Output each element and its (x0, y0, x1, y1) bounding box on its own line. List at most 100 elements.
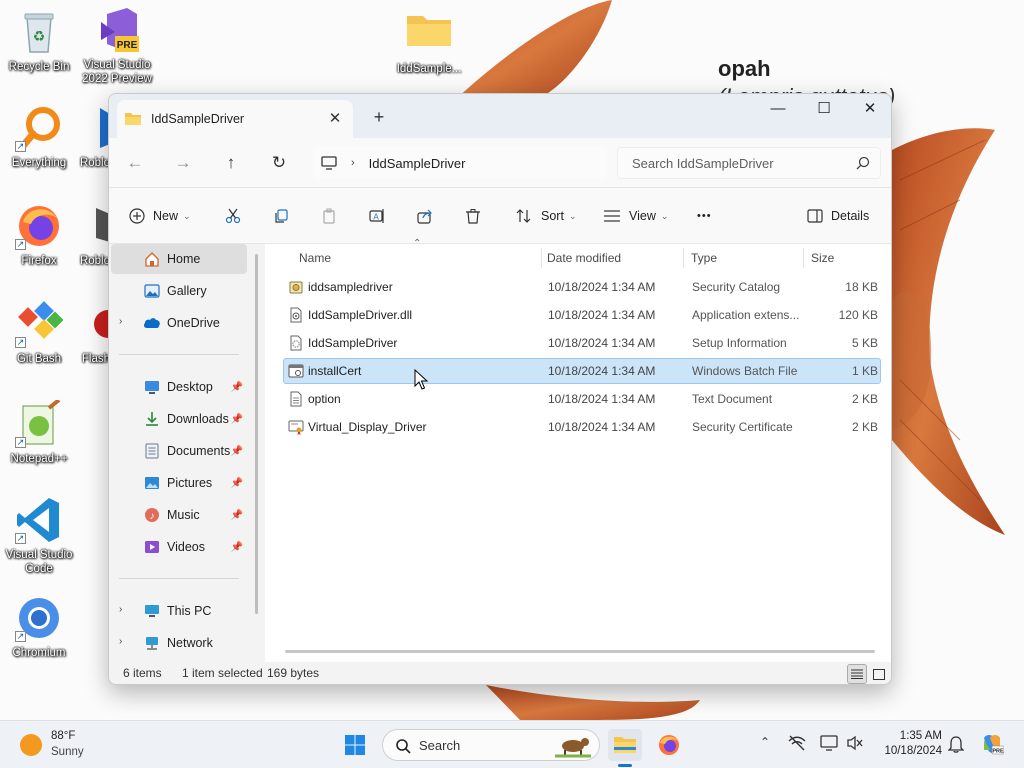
home-icon (143, 251, 161, 267)
taskbar: 88°F Sunny Search ⌃ 1:35 AM 10/18/2024 P… (0, 720, 1024, 768)
active-indicator (618, 764, 632, 767)
sidebar-scrollbar[interactable] (255, 254, 258, 614)
file-date: 10/18/2024 1:34 AM (548, 420, 656, 434)
sidebar-item-label: Downloads (167, 412, 229, 426)
column-header-type[interactable]: Type (683, 244, 793, 272)
file-row[interactable]: iddsampledriver 10/18/2024 1:34 AM Secur… (283, 274, 881, 300)
desktop-icon-visual-studio-preview[interactable]: PRE Visual Studio 2022 Preview (78, 6, 156, 86)
weather-temperature: 88°F (51, 730, 76, 742)
pin-icon[interactable]: 📌 (231, 446, 243, 457)
sidebar-item-downloads[interactable]: Downloads 📌 (111, 404, 247, 434)
folder-icon (125, 113, 141, 125)
taskbar-firefox[interactable] (652, 729, 686, 761)
start-button[interactable] (338, 729, 372, 761)
address-path[interactable]: IddSampleDriver (369, 156, 466, 171)
clipboard-icon (323, 208, 335, 224)
details-pane-icon (807, 209, 823, 223)
show-hidden-icons-chevron-icon[interactable]: ⌃ (760, 735, 770, 749)
sidebar-divider (119, 578, 239, 579)
tab-close-icon[interactable]: ✕ (323, 107, 347, 131)
file-row[interactable]: Virtual_Display_Driver 10/18/2024 1:34 A… (283, 414, 881, 440)
see-more-button[interactable]: ••• (697, 202, 712, 230)
address-bar[interactable]: › IddSampleDriver (313, 147, 607, 179)
new-tab-button[interactable]: + (367, 106, 391, 130)
forward-button[interactable]: → (169, 150, 197, 176)
sidebar-item-network[interactable]: Network (111, 628, 247, 658)
clock-date: 10/18/2024 (884, 745, 942, 757)
network-disconnected-icon[interactable] (788, 735, 806, 751)
desktop-icon-vscode[interactable]: ↗ Visual Studio Code (0, 496, 78, 576)
details-view-button[interactable] (847, 664, 867, 684)
desktop-icon-roblox[interactable]: Roblo (66, 104, 110, 170)
download-icon (143, 411, 161, 427)
desktop-icon-roblox-2[interactable]: Roblo (66, 202, 110, 268)
catalog-icon (289, 281, 303, 294)
sort-button[interactable]: Sort ⌄ (515, 202, 576, 230)
sidebar-item-music[interactable]: ♪ Music 📌 (111, 500, 247, 530)
close-button[interactable]: ✕ (847, 94, 891, 124)
search-box[interactable] (617, 147, 881, 179)
desktop-icon-label: Notepad++ (10, 453, 68, 465)
sidebar-item-documents[interactable]: Documents 📌 (111, 436, 247, 466)
chevron-down-icon: ⌄ (183, 210, 191, 221)
sidebar-item-onedrive[interactable]: OneDrive (111, 308, 247, 338)
tiles-view-button[interactable] (869, 664, 889, 684)
desktop-icon-chromium[interactable]: ↗ Chromium (0, 594, 78, 660)
desktop-icon-flash[interactable]: Flash (66, 300, 110, 366)
file-row-selected[interactable]: installCert 10/18/2024 1:34 AM Windows B… (283, 358, 881, 384)
rename-button[interactable]: A (369, 202, 385, 230)
column-header-size[interactable]: Size (803, 244, 883, 272)
sidebar-item-pictures[interactable]: Pictures 📌 (111, 468, 247, 498)
volume-muted-icon[interactable] (846, 735, 864, 751)
sidebar-item-home[interactable]: Home (111, 244, 247, 274)
tab-iddsampledriver[interactable]: IddSampleDriver ✕ (117, 100, 353, 138)
pin-icon[interactable]: 📌 (231, 382, 243, 393)
file-size: 1 KB (851, 364, 878, 378)
file-date: 10/18/2024 1:34 AM (548, 280, 656, 294)
details-pane-button[interactable]: Details (807, 202, 869, 230)
pin-icon[interactable]: 📌 (231, 478, 243, 489)
file-row[interactable]: IddSampleDriver.dll 10/18/2024 1:34 AM A… (283, 302, 881, 328)
taskbar-search[interactable]: Search (382, 729, 600, 761)
column-header-name[interactable]: Name (291, 244, 531, 272)
sidebar-item-gallery[interactable]: Gallery (111, 276, 247, 306)
refresh-button[interactable]: ↻ (265, 150, 293, 176)
copy-button[interactable] (273, 202, 289, 230)
maximize-button[interactable]: ☐ (801, 94, 847, 124)
display-icon[interactable] (820, 735, 838, 751)
back-button[interactable]: ← (121, 150, 149, 176)
up-button[interactable]: ↑ (217, 150, 245, 176)
desktop-icon-notepad-plus-plus[interactable]: ↗ Notepad++ (0, 398, 78, 466)
desktop-icon-label: Roblo (79, 255, 110, 267)
file-type: Setup Information (692, 336, 787, 350)
taskbar-file-explorer[interactable] (608, 729, 642, 761)
minimize-button[interactable]: — (755, 94, 801, 124)
cut-button[interactable] (225, 202, 241, 230)
chevron-right-icon[interactable]: › (351, 157, 355, 169)
sidebar-item-label: OneDrive (167, 316, 220, 330)
notification-bell-icon[interactable] (948, 735, 964, 753)
pin-icon[interactable]: 📌 (231, 510, 243, 521)
new-button[interactable]: New ⌄ (129, 202, 191, 230)
text-file-icon (290, 391, 302, 407)
view-button[interactable]: View ⌄ (603, 202, 668, 230)
taskbar-clock[interactable]: 1:35 AM 10/18/2024 (872, 729, 942, 759)
copilot-icon[interactable]: PRE (980, 732, 1004, 756)
column-header-date-modified[interactable]: Date modified (539, 244, 679, 272)
view-label: View (629, 209, 656, 223)
desktop-icon-recycle-bin[interactable]: ♻ Recycle Bin (0, 8, 78, 74)
paste-button[interactable] (321, 202, 337, 230)
share-button[interactable] (417, 202, 433, 230)
sidebar-item-desktop[interactable]: Desktop 📌 (111, 372, 247, 402)
sidebar-item-videos[interactable]: Videos 📌 (111, 532, 247, 562)
pin-icon[interactable]: 📌 (231, 542, 243, 553)
sidebar-item-this-pc[interactable]: This PC (111, 596, 247, 626)
file-size: 2 KB (851, 420, 878, 434)
file-row[interactable]: IddSampleDriver 10/18/2024 1:34 AM Setup… (283, 330, 881, 356)
desktop-icon-iddsample-folder[interactable]: IddSample... (390, 10, 468, 76)
file-row[interactable]: option 10/18/2024 1:34 AM Text Document … (283, 386, 881, 412)
delete-button[interactable] (465, 202, 481, 230)
horizontal-scrollbar[interactable] (285, 650, 875, 653)
pin-icon[interactable]: 📌 (231, 414, 243, 425)
search-input[interactable] (632, 156, 842, 171)
